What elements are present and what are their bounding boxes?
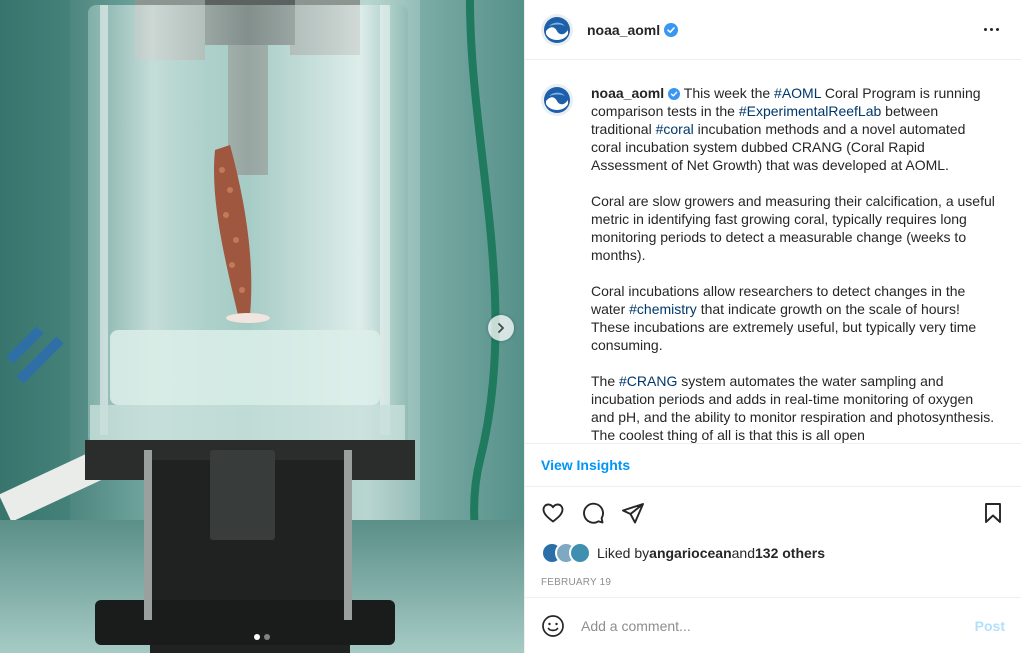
caption-paragraph-3: Coral incubations allow researchers to d…	[591, 282, 996, 354]
bookmark-icon	[985, 503, 1001, 523]
verified-badge-icon	[664, 22, 679, 37]
carousel-dot	[264, 634, 270, 640]
view-insights-link[interactable]: View Insights	[541, 457, 630, 473]
post-comment-button[interactable]: Post	[975, 618, 1005, 634]
carousel-indicator	[254, 634, 270, 640]
view-insights-bar: View Insights	[525, 443, 1021, 487]
liker-avatars[interactable]	[541, 542, 591, 564]
caption-paragraph-2: Coral are slow growers and measuring the…	[591, 193, 995, 263]
carousel-dot-active	[254, 634, 260, 640]
save-button[interactable]	[981, 501, 1005, 525]
post-date[interactable]: February 19	[525, 567, 1021, 597]
like-button[interactable]	[541, 501, 565, 525]
caption-text: The	[591, 373, 620, 389]
likes-others-link[interactable]: 132 others	[755, 545, 825, 561]
action-bar	[525, 487, 1021, 539]
caption-area: noaa_aoml This week the #AOML Coral Prog…	[525, 60, 1021, 443]
likes-prefix: Liked by	[597, 545, 650, 561]
header-username[interactable]: noaa_aoml	[587, 22, 660, 38]
post-header: noaa_aoml	[525, 0, 1021, 60]
caption-username[interactable]: noaa_aoml	[591, 85, 664, 101]
verified-badge-icon	[668, 88, 681, 100]
comment-button[interactable]	[581, 501, 605, 525]
comment-input[interactable]	[579, 616, 975, 635]
chevron-right-icon	[498, 323, 504, 333]
share-button[interactable]	[621, 501, 645, 525]
coral-incubation-photo	[0, 0, 524, 653]
instagram-post: noaa_aoml noaa_aoml This week the #AOML …	[0, 0, 1021, 653]
likes-middle: and	[731, 545, 755, 561]
hashtag-link[interactable]: #chemistry	[629, 301, 697, 317]
share-icon	[622, 503, 644, 524]
caption-avatar[interactable]	[541, 84, 573, 116]
hashtag-link[interactable]: #CRANG	[619, 373, 677, 389]
liker-username[interactable]: angariocean	[649, 545, 731, 561]
noaa-logo-icon	[541, 13, 573, 46]
hashtag-link[interactable]: #AOML	[774, 85, 821, 101]
comment-icon	[583, 502, 604, 524]
post-media[interactable]	[0, 0, 524, 653]
noaa-logo-icon	[541, 84, 573, 116]
likes-summary: Liked by angariocean and 132 others	[525, 539, 1021, 567]
avatar	[569, 542, 591, 564]
emoji-icon[interactable]	[541, 614, 565, 638]
hashtag-link[interactable]: #coral	[656, 121, 694, 137]
caption-paragraph-1: noaa_aoml This week the #AOML Coral Prog…	[591, 84, 996, 174]
avatar[interactable]	[541, 13, 573, 46]
hashtag-link[interactable]: #ExperimentalReefLab	[739, 103, 881, 119]
carousel-next-button[interactable]	[488, 315, 514, 341]
caption-paragraph-4: The #CRANG system automates the water sa…	[591, 372, 996, 443]
post-caption: noaa_aoml This week the #AOML Coral Prog…	[591, 84, 996, 443]
more-options-icon[interactable]	[978, 22, 1005, 37]
heart-icon	[542, 503, 564, 523]
caption-text: This week the	[683, 85, 775, 101]
post-side-panel: noaa_aoml noaa_aoml This week the #AOML …	[524, 0, 1021, 653]
comment-bar: Post	[525, 597, 1021, 653]
